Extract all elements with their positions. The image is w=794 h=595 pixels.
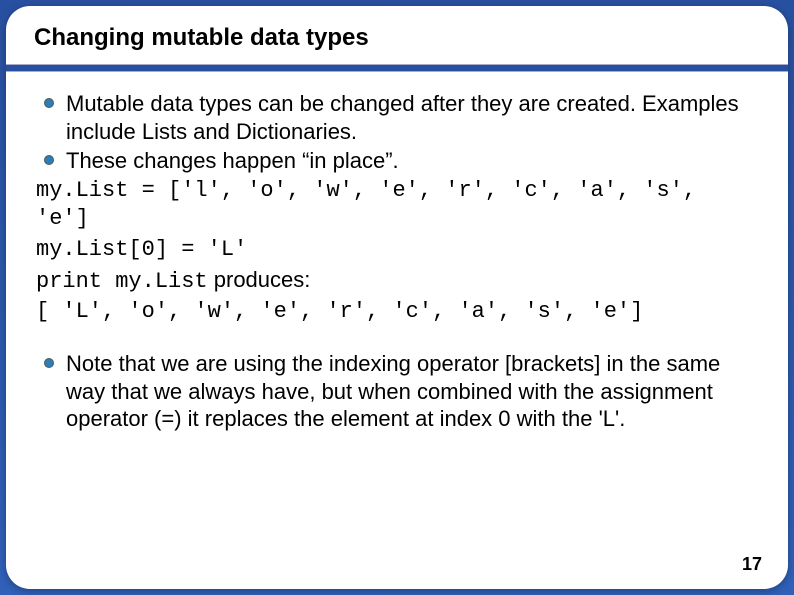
bullet-icon [44, 98, 54, 108]
bullet-text: These changes happen “in place”. [66, 147, 760, 175]
code-line: my.List[0] = 'L' [36, 236, 760, 265]
code-line: [ 'L', 'o', 'w', 'e', 'r', 'c', 'a', 's'… [36, 298, 760, 327]
bullet-item: Mutable data types can be changed after … [34, 90, 760, 145]
bullet-icon [44, 358, 54, 368]
code-inline: print my.List [36, 269, 208, 294]
code-line: my.List = ['l', 'o', 'w', 'e', 'r', 'c',… [36, 177, 760, 234]
code-result-label: produces: [208, 267, 311, 292]
code-line-mixed: print my.List produces: [36, 266, 760, 296]
title-underline [6, 64, 788, 72]
bullet-text: Mutable data types can be changed after … [66, 90, 760, 145]
bullet-text: Note that we are using the indexing oper… [66, 350, 760, 433]
page-number: 17 [742, 554, 762, 575]
bullet-item: Note that we are using the indexing oper… [34, 350, 760, 433]
slide-container: Changing mutable data types Mutable data… [6, 6, 788, 589]
spacer [34, 328, 760, 350]
slide-title: Changing mutable data types [34, 24, 760, 52]
bullet-icon [44, 155, 54, 165]
bullet-item: These changes happen “in place”. [34, 147, 760, 175]
slide-content: Mutable data types can be changed after … [34, 90, 760, 433]
